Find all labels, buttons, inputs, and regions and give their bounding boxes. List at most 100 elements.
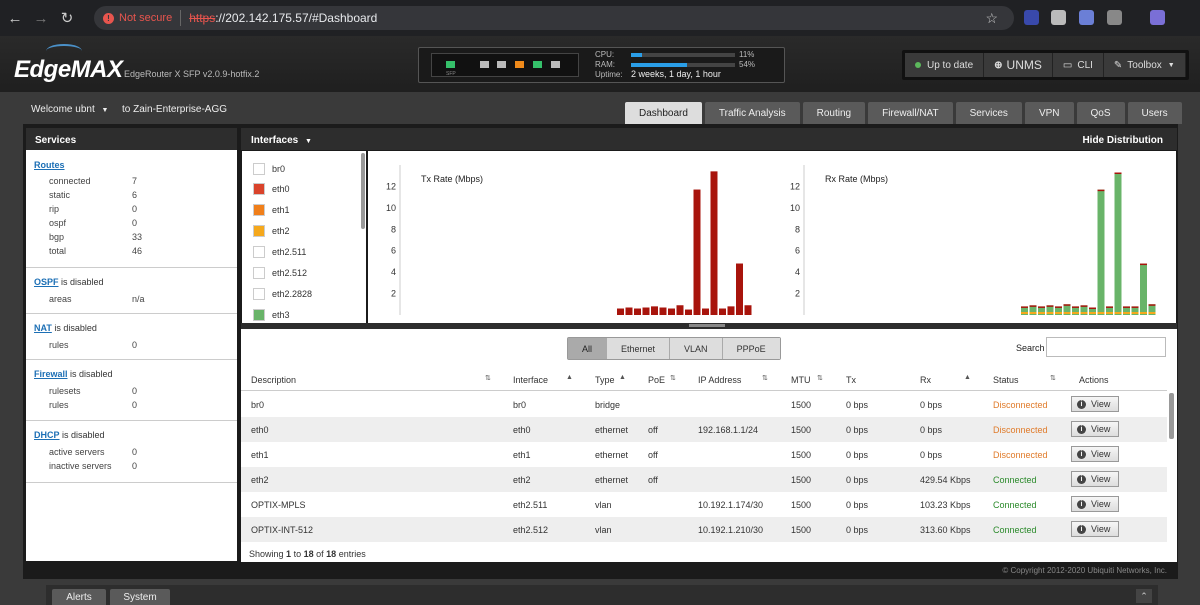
sort-icon[interactable]: ⇅ [1050, 374, 1056, 382]
forward-icon[interactable]: → [30, 7, 52, 29]
tab-users[interactable]: Users [1127, 102, 1182, 124]
bar-cap [1106, 306, 1113, 308]
bar-cap [727, 306, 735, 308]
dhcp-link[interactable]: DHCP [34, 430, 60, 440]
cell-mtu: 1500 [791, 525, 812, 535]
view-button[interactable]: i View [1071, 471, 1119, 487]
legend-item[interactable]: eth0 [253, 183, 290, 195]
interfaces-menu[interactable]: Interfaces ▼ [251, 135, 312, 146]
filter-pppoe-button[interactable]: PPPoE [722, 338, 780, 359]
ospf-link[interactable]: OSPF [34, 277, 59, 287]
nat-link[interactable]: NAT [34, 323, 52, 333]
cell-description: eth0 [251, 425, 269, 435]
alerts-tab[interactable]: Alerts [52, 589, 106, 605]
extension-icon[interactable] [1024, 10, 1039, 25]
cell-type: bridge [595, 400, 621, 410]
ram-value: 54% [739, 60, 756, 69]
legend-item[interactable]: eth2.2828 [253, 288, 312, 300]
toolbox-button[interactable]: ✎ Toolbox ▼ [1103, 53, 1186, 77]
legend-item[interactable]: eth2.511 [253, 246, 306, 258]
sort-asc-icon[interactable]: ▲ [566, 374, 573, 381]
system-status-box: SFP CPU: 11% RAM: 54% Uptime: 2 weeks, 1… [418, 47, 785, 83]
view-button[interactable]: i View [1071, 421, 1119, 437]
security-status[interactable]: Not secure [119, 12, 172, 24]
cell-ip: 10.192.1.210/30 [698, 525, 764, 535]
filter-all-button[interactable]: All [568, 338, 608, 359]
tab-traffic-analysis[interactable]: Traffic Analysis [704, 102, 800, 124]
interface-legend: br0 eth0 eth1 eth2 eth2.511 eth2.512 eth… [242, 151, 366, 323]
col-ip-address[interactable]: IP Address [698, 375, 741, 385]
main-tabs: Dashboard Traffic Analysis Routing Firew… [622, 102, 1182, 124]
legend-item[interactable]: br0 [253, 163, 285, 175]
col-mtu[interactable]: MTU [791, 375, 811, 385]
cli-button[interactable]: ▭ CLI [1052, 53, 1104, 77]
system-tab[interactable]: System [110, 589, 170, 605]
sort-asc-icon[interactable]: ▲ [619, 374, 626, 381]
view-button[interactable]: i View [1071, 496, 1119, 512]
col-type[interactable]: Type [595, 375, 615, 385]
col-interface[interactable]: Interface [513, 375, 548, 385]
tab-vpn[interactable]: VPN [1024, 102, 1074, 124]
tab-firewall-nat[interactable]: Firewall/NAT [868, 102, 953, 124]
tab-services[interactable]: Services [955, 102, 1022, 124]
info-icon: i [1077, 474, 1086, 484]
services-title: Services [26, 128, 237, 150]
legend-item[interactable]: eth1 [253, 204, 290, 216]
bar-base [1055, 312, 1062, 314]
legend-item[interactable]: eth2.512 [253, 267, 307, 279]
col-rx[interactable]: Rx [920, 375, 931, 385]
col-status[interactable]: Status [993, 375, 1019, 385]
sort-icon[interactable]: ⇅ [485, 374, 491, 382]
tab-routing[interactable]: Routing [802, 102, 866, 124]
col-tx[interactable]: Tx [846, 375, 856, 385]
legend-item[interactable]: eth2 [253, 225, 290, 237]
table-scrollbar[interactable] [1169, 393, 1174, 439]
extension-icon[interactable] [1079, 10, 1094, 25]
user-menu[interactable]: Welcome ubnt ▼ [31, 104, 108, 115]
sort-icon[interactable]: ⇅ [670, 374, 676, 382]
tab-dashboard[interactable]: Dashboard [625, 102, 702, 124]
hide-distribution-link[interactable]: Hide Distribution [1082, 135, 1163, 146]
view-label: View [1091, 449, 1111, 459]
view-button[interactable]: i View [1071, 521, 1119, 537]
firewall-link[interactable]: Firewall [34, 369, 68, 379]
col-poe[interactable]: PoE [648, 375, 665, 385]
col-description[interactable]: Description [251, 375, 296, 385]
dhcp-label: inactive servers [49, 461, 112, 471]
url-text[interactable]: https://202.142.175.57/#Dashboard [189, 11, 377, 25]
filter-vlan-button[interactable]: VLAN [670, 338, 723, 359]
showing-entries: Showing 1 to 18 of 18 entries [249, 549, 366, 559]
tab-qos[interactable]: QoS [1076, 102, 1125, 124]
legend-swatch [253, 288, 265, 300]
expand-up-icon[interactable]: ⌃ [1136, 589, 1152, 603]
bar-cap [1089, 307, 1096, 309]
search-input[interactable] [1046, 337, 1166, 357]
extension-icon[interactable] [1051, 10, 1066, 25]
cell-interface: eth2.511 [513, 500, 548, 510]
splitter-handle[interactable] [689, 324, 725, 327]
bar-cap [617, 308, 624, 311]
filter-ethernet-button[interactable]: Ethernet [607, 338, 671, 359]
sort-icon[interactable]: ⇅ [762, 374, 768, 382]
view-button[interactable]: i View [1071, 396, 1119, 412]
routes-link[interactable]: Routes [34, 160, 65, 170]
legend-swatch [253, 246, 265, 258]
port-icon [497, 61, 506, 68]
bar-base [1021, 312, 1028, 314]
bookmark-star-icon[interactable]: ☆ [985, 10, 998, 27]
profile-icon[interactable] [1150, 10, 1165, 25]
legend-item[interactable]: eth3 [253, 309, 290, 321]
view-button[interactable]: i View [1071, 446, 1119, 462]
reload-icon[interactable]: ↻ [56, 7, 78, 29]
unms-button[interactable]: ⊕ UNMS [984, 53, 1053, 77]
sort-asc-icon[interactable]: ▲ [964, 374, 971, 381]
legend-scrollbar[interactable] [361, 153, 365, 229]
warning-icon[interactable]: ! [103, 12, 114, 24]
cell-type: vlan [595, 500, 612, 510]
extension-puzzle-icon[interactable] [1107, 10, 1122, 25]
routes-section: Routes connected 7 static 6 rip 0 ospf 0 bgp… [26, 150, 237, 268]
address-bar[interactable]: ! Not secure https://202.142.175.57/#Das… [94, 6, 1014, 30]
update-status-button[interactable]: Up to date [905, 53, 985, 77]
back-icon[interactable]: ← [4, 7, 26, 29]
sort-icon[interactable]: ⇅ [817, 374, 823, 382]
